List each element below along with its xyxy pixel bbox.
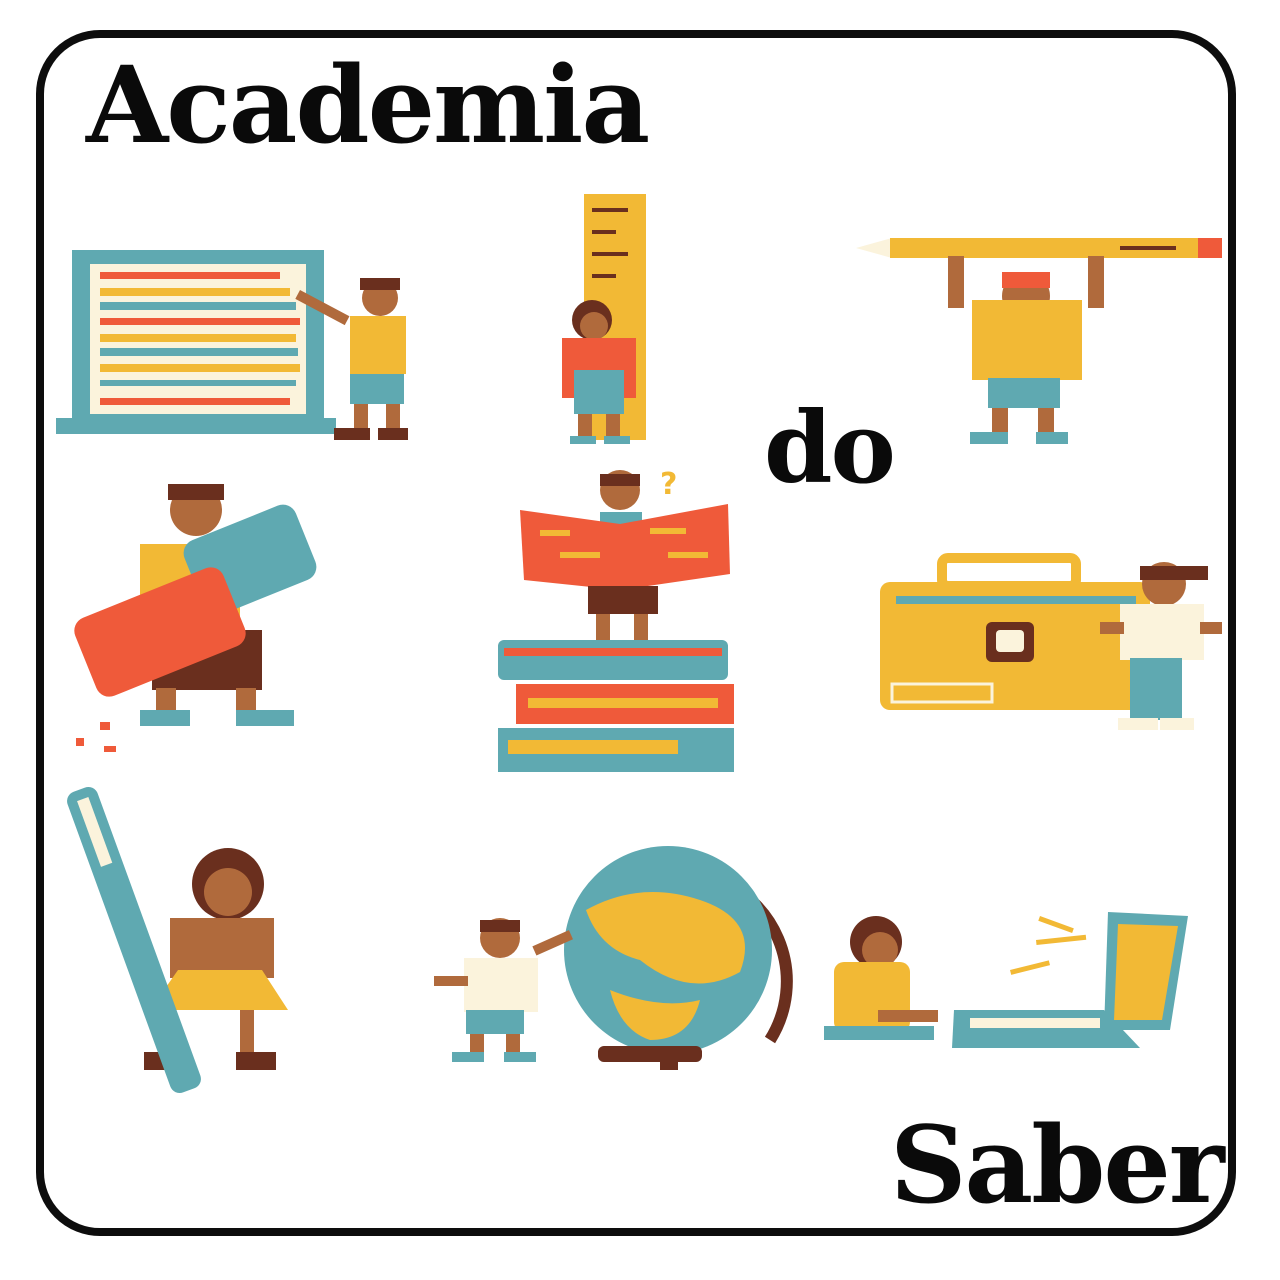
ruler-icon [562,194,646,444]
laptop-icon [824,912,1188,1048]
schoolbag-icon [880,553,1222,730]
svg-text:?: ? [660,467,677,502]
pencil-icon [856,238,1222,444]
globe-icon [434,846,793,1070]
book-stack-icon: ? [498,467,734,772]
eraser-icon [74,484,317,752]
pen-icon [67,786,288,1094]
illustration-layer: ? [56,194,1222,1094]
abacus-icon [56,250,408,440]
